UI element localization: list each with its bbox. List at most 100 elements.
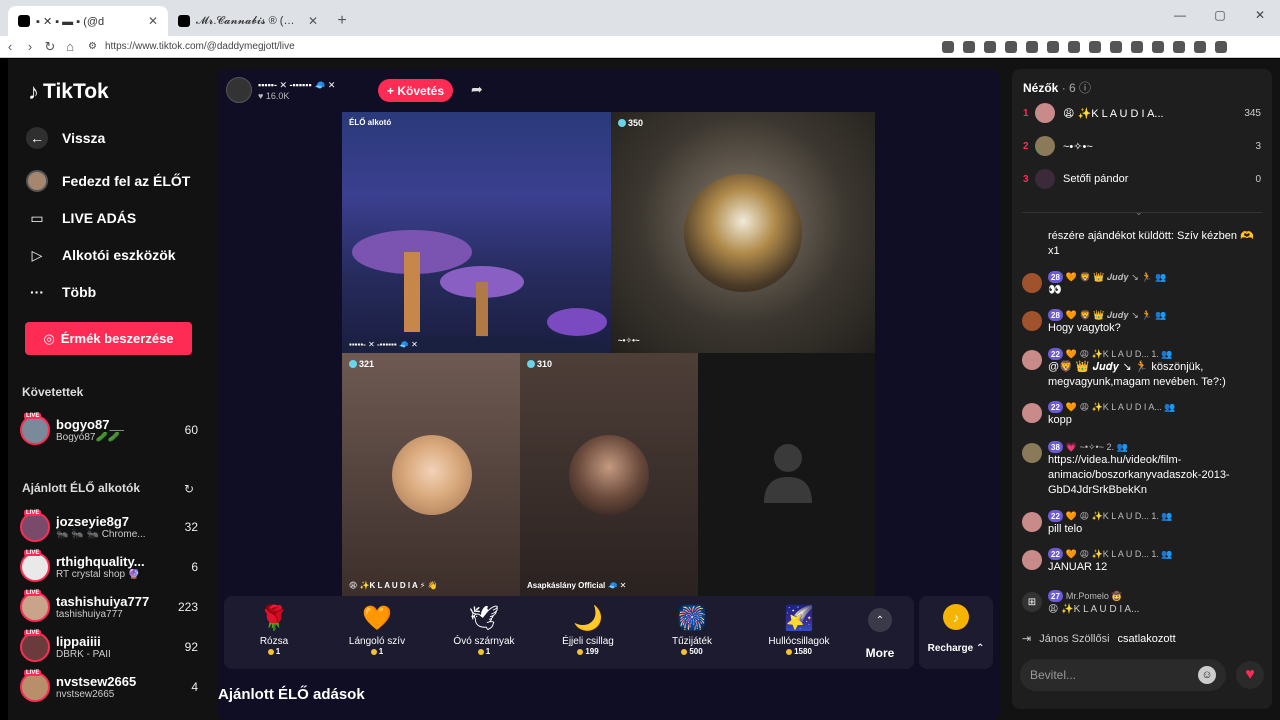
site-info-icon[interactable]: ⚙ <box>88 41 97 52</box>
guest-tile-host[interactable]: ÉLŐ alkotó ▪▪▪▪▪- ✕ -▪▪▪▪▪▪ 🧢 ✕ <box>342 112 611 353</box>
guest-tile[interactable]: 350 ~•✧•~ <box>611 112 875 353</box>
chevron-down-icon[interactable]: ⌄ <box>1135 207 1143 218</box>
new-tab-icon[interactable]: + <box>328 6 356 36</box>
gift-item[interactable]: 🌹 Rózsa 1 <box>224 604 324 656</box>
chat-text: @🦁 👑 𝑱𝒖𝒅𝒚 ↘ 🏃 köszönjük, megvagyunk,maga… <box>1048 361 1226 388</box>
gift-name: Rózsa <box>259 636 289 647</box>
creator-name: tashishuiya777 <box>56 594 150 609</box>
url-text: https://www.tiktok.com/@daddymegjott/liv… <box>104 41 295 52</box>
tab-title: ▪ ✕ ▪ ▬ ▪ (@d <box>36 15 105 28</box>
reload-icon[interactable]: ↻ <box>40 39 60 55</box>
more-gifts-button[interactable]: ⌃ More <box>860 608 900 660</box>
chat-username[interactable]: 🧡 🦁 👑 𝑱𝒖𝒅𝒚 ↘ 🏃 👥 <box>1066 272 1166 283</box>
gift-name: Lángoló szív <box>348 636 406 647</box>
nav-label: Több <box>62 284 97 300</box>
extension-icon[interactable] <box>1110 40 1122 53</box>
nav-creator-tools[interactable]: ▷ Alkotói eszközök <box>26 244 176 266</box>
tiktok-logo[interactable]: ♪ TikTok <box>28 79 109 105</box>
nav-more[interactable]: ··· Több <box>26 281 96 303</box>
gift-item[interactable]: 🌠 Hullócsillagok 1580 <box>749 604 849 656</box>
follow-button[interactable]: + Követés <box>378 79 453 102</box>
chat-text[interactable]: https://videa.hu/videok/film-animacio/bo… <box>1048 453 1266 498</box>
chat-username[interactable]: Mr.Pomelo 🤠 <box>1066 591 1123 602</box>
chat-text: 😩 ✨K L A U D I A... <box>1048 604 1140 615</box>
chat-username[interactable]: 🧡 😩 ✨K L A U D I A... 👥 <box>1066 402 1176 413</box>
avatar[interactable] <box>1022 443 1042 463</box>
viewer-row[interactable]: 3 Setőfi pándor 0 <box>1023 168 1261 190</box>
gift-item[interactable]: 🎆 Tűzijáték 500 <box>642 604 742 656</box>
guest-tile[interactable]: 310 Asapkáslány Official 🧢 ✕ <box>520 353 698 596</box>
viewer-row[interactable]: 2 ~•✧•~ 3 <box>1023 135 1261 157</box>
close-icon[interactable]: ✕ <box>148 14 158 28</box>
guest-tile[interactable]: 321 😩 ✨K L A U D I A ⚡ 👋 <box>342 353 520 596</box>
forward-icon[interactable]: › <box>20 39 40 54</box>
recommended-item[interactable]: LIVE tashishuiya777 tashishuiya777 223 <box>20 590 198 624</box>
extension-icon[interactable] <box>1131 40 1143 53</box>
window-close-icon[interactable]: ✕ <box>1240 0 1280 30</box>
chat-input[interactable] <box>1030 668 1198 682</box>
avatar[interactable] <box>1022 311 1042 331</box>
gift-item[interactable]: 🕊 Óvó szárnyak 1 <box>434 604 534 656</box>
like-heart-icon[interactable]: ♥ <box>1236 661 1264 689</box>
close-icon[interactable]: ✕ <box>308 14 318 28</box>
following-item[interactable]: LIVE bogyo87__ Bogyó87🥒🥒 60 <box>20 413 198 447</box>
viewer-dot-icon <box>349 360 357 368</box>
extension-icon[interactable] <box>1047 40 1059 53</box>
extension-icon[interactable] <box>1026 40 1038 53</box>
extension-icon[interactable] <box>1005 40 1017 53</box>
live-stream: ▪▪▪▪▪- ✕ -▪▪▪▪▪▪ 🧢 ✕ ♥ 16.0K + Követés ➦… <box>218 69 1000 720</box>
get-coins-button[interactable]: ◎ Érmék beszerzése <box>25 322 192 355</box>
share-icon[interactable]: ➦ <box>471 81 483 98</box>
avatar[interactable] <box>1022 512 1042 532</box>
chat-username[interactable]: 🧡 😩 ✨K L A U D... 1. 👥 <box>1066 549 1173 560</box>
extension-icon[interactable] <box>1173 40 1185 53</box>
extension-icon[interactable] <box>1089 40 1101 53</box>
avatar: LIVE <box>20 590 50 622</box>
nav-back[interactable]: ← Vissza <box>26 127 105 149</box>
recharge-button[interactable]: ♪ Recharge ⌃ <box>919 596 993 669</box>
recommended-item[interactable]: LIVE rthighquality... RT crystal shop 🔮 … <box>20 550 198 584</box>
extension-icon[interactable] <box>1152 40 1164 53</box>
chat-username[interactable]: 🧡 😩 ✨K L A U D... 1. 👥 <box>1066 511 1173 522</box>
viewer-row[interactable]: 1 😩 ✨K L A U D I A... 345 <box>1023 102 1261 124</box>
chat-input-wrap: ☺ <box>1020 659 1226 691</box>
avatar: LIVE <box>20 413 50 445</box>
home-icon[interactable]: ⌂ <box>60 39 80 54</box>
gift-icon: 🌹 <box>259 605 289 632</box>
minimize-icon[interactable]: — <box>1160 0 1200 30</box>
extension-icon[interactable] <box>984 40 996 53</box>
chat-username[interactable]: 🧡 😩 ✨K L A U D... 1. 👥 <box>1066 349 1173 360</box>
avatar[interactable] <box>1022 273 1042 293</box>
extension-icon[interactable] <box>963 40 975 53</box>
maximize-icon[interactable]: ▢ <box>1200 0 1240 30</box>
recommended-item[interactable]: LIVE lippaiiii DBRK - PAII 92 <box>20 630 198 664</box>
gift-item[interactable]: 🌙 Éjjeli csillag 199 <box>538 604 638 656</box>
recommended-item[interactable]: LIVE jozseyie8g7 🐜 🐜 🐜 Chrome... 32 <box>20 510 198 544</box>
recommended-item[interactable]: LIVE nvstsew2665 nvstsew2665 4 <box>20 670 198 704</box>
emoji-icon[interactable]: ☺ <box>1198 666 1216 684</box>
host-info[interactable]: ▪▪▪▪▪- ✕ -▪▪▪▪▪▪ 🧢 ✕ ♥ 16.0K <box>226 77 335 103</box>
browser-tab-active[interactable]: ▪ ✕ ▪ ▬ ▪ (@d ✕ <box>8 6 168 36</box>
extension-icon[interactable] <box>1215 40 1227 53</box>
extension-icon[interactable] <box>942 40 954 53</box>
help-icon[interactable]: ⓘ <box>1079 81 1091 95</box>
joined-user[interactable]: János Szöllősi <box>1039 633 1109 645</box>
empty-guest-slot[interactable] <box>698 353 875 596</box>
chevron-up-icon: ⌃ <box>868 608 892 632</box>
refresh-icon[interactable]: ↻ <box>184 482 194 496</box>
avatar[interactable] <box>1022 350 1042 370</box>
chat-username[interactable]: 🧡 🦁 👑 𝑱𝒖𝒅𝒚 ↘ 🏃 👥 <box>1066 310 1166 321</box>
browser-tab[interactable]: 𝓜𝓻.𝓒𝓪𝓷𝓷𝓪𝓫𝓲𝓼 ® (@mrcannabis_) ✕ <box>168 6 328 36</box>
nav-explore-live[interactable]: Fedezd fel az ÉLŐT <box>26 170 190 192</box>
gift-item[interactable]: 🧡 Lángoló szív 1 <box>327 604 427 656</box>
back-icon[interactable]: ‹ <box>0 39 20 54</box>
avatar[interactable] <box>1022 550 1042 570</box>
gift-icon: 🕊 <box>468 605 500 632</box>
avatar[interactable] <box>1022 403 1042 423</box>
extension-icon[interactable] <box>1194 40 1206 53</box>
address-bar[interactable]: ⚙ https://www.tiktok.com/@daddymegjott/l… <box>88 37 928 57</box>
extension-icon[interactable] <box>1068 40 1080 53</box>
chat-text: pill telo <box>1048 523 1083 535</box>
chat-username[interactable]: 💗 ~•✧•~ 2. 👥 <box>1066 442 1128 453</box>
nav-live-studio[interactable]: ▭ LIVE ADÁS <box>26 207 136 229</box>
